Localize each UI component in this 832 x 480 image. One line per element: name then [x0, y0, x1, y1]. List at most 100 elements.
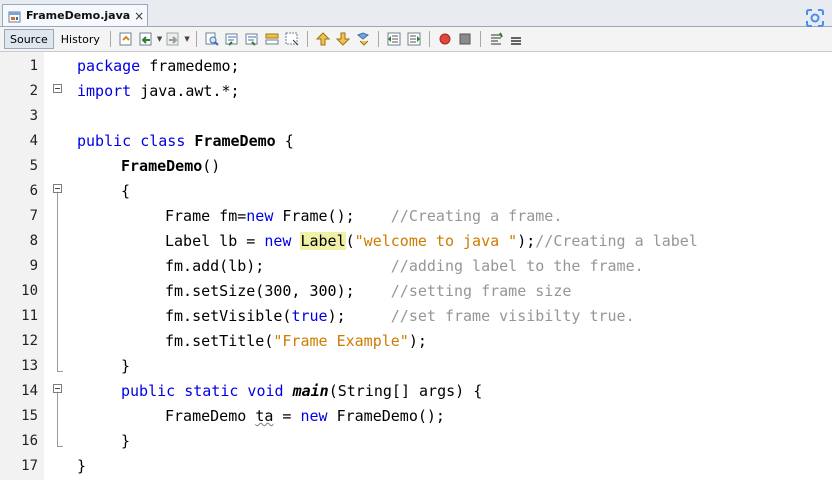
line-number: 4 [29, 133, 38, 149]
code-comment: //Creating a frame. [390, 207, 563, 225]
close-icon[interactable]: × [134, 10, 144, 22]
constructor-name: FrameDemo [121, 157, 203, 175]
comment-icon[interactable] [487, 30, 505, 48]
code-token: fm.setTitle( [165, 332, 274, 350]
code-text: fm.setVisible(true); //set frame visibil… [165, 304, 635, 329]
code-token: fm.add(lb); [165, 257, 391, 275]
code-token: Label lb = [165, 232, 265, 250]
code-line: 15 FrameDemo ta = new FrameDemo(); [0, 404, 832, 429]
code-text: Frame fm=new Frame(); //Creating a frame… [165, 204, 562, 229]
shift-left-icon[interactable] [385, 30, 403, 48]
code-token: FrameDemo(); [327, 407, 445, 425]
tab-title: FrameDemo.java [26, 9, 131, 22]
keyword: new [264, 232, 292, 250]
code-token: fm.setVisible( [165, 307, 292, 325]
code-line: 1 package framedemo; [0, 54, 832, 79]
code-token: ); [327, 307, 391, 325]
class-name: FrameDemo [194, 132, 276, 150]
history-view-button[interactable]: History [56, 29, 105, 49]
back-icon[interactable] [137, 30, 155, 48]
line-number: 17 [21, 458, 38, 474]
code-line: 13 } [0, 354, 832, 379]
code-text: import java.awt.*; [77, 79, 240, 104]
find-icon[interactable] [203, 30, 221, 48]
line-number: 13 [21, 358, 38, 374]
code-token: ( [345, 232, 355, 250]
code-token: (String[] args) { [328, 382, 483, 400]
code-token: ); [408, 332, 427, 350]
code-line: 14 public static void main(String[] args… [0, 379, 832, 404]
code-token: fm.setSize(300, 300); [165, 282, 391, 300]
line-number: 8 [29, 233, 38, 249]
code-text: public static void main(String[] args) { [121, 379, 482, 404]
source-view-button[interactable]: Source [4, 29, 54, 49]
find-previous-icon[interactable] [223, 30, 241, 48]
code-token: { [121, 182, 131, 200]
editor-tab-bar: FrameDemo.java × [0, 0, 832, 27]
previous-bookmark-icon[interactable] [314, 30, 332, 48]
code-text: fm.setSize(300, 300); //setting frame si… [165, 279, 571, 304]
toggle-highlight-icon[interactable] [263, 30, 281, 48]
line-number: 15 [21, 408, 38, 424]
code-line: 3 [0, 104, 832, 129]
toggle-rect-select-icon[interactable] [283, 30, 301, 48]
last-edit-icon[interactable] [117, 30, 135, 48]
code-comment: //setting frame size [390, 282, 572, 300]
toolbar-separator [109, 31, 111, 47]
start-macro-icon[interactable] [436, 30, 454, 48]
code-text: public class FrameDemo { [77, 129, 294, 154]
code-line: 7 Frame fm=new Frame(); //Creating a fra… [0, 204, 832, 229]
code-line: 6 { [0, 179, 832, 204]
code-comment: //Creating a label [535, 232, 698, 250]
toolbar-separator [195, 31, 197, 47]
code-line: 4 public class FrameDemo { [0, 129, 832, 154]
line-number: 14 [21, 383, 38, 399]
code-text: { [121, 179, 130, 204]
toolbar-separator [377, 31, 379, 47]
code-line: 17 } [0, 454, 832, 479]
uncomment-icon[interactable] [507, 30, 525, 48]
code-text: fm.add(lb); //adding label to the frame. [165, 254, 644, 279]
code-token: } [77, 457, 87, 475]
code-text: Label lb = new Label("welcome to java ")… [165, 229, 698, 254]
code-token: } [121, 357, 131, 375]
keyword: new [246, 207, 274, 225]
code-text: package framedemo; [77, 54, 240, 79]
code-line: 11 fm.setVisible(true); //set frame visi… [0, 304, 832, 329]
keyword: true [291, 307, 328, 325]
unused-variable-token: ta [255, 407, 274, 425]
java-file-icon [8, 9, 22, 23]
keyword: new [300, 407, 328, 425]
editor-toolbar: Source History ▼ ▼ [0, 27, 832, 52]
line-number: 11 [21, 308, 38, 324]
lens-icon[interactable] [804, 7, 826, 29]
line-number: 1 [29, 58, 38, 74]
toolbar-separator [306, 31, 308, 47]
toggle-bookmark-icon[interactable] [354, 30, 372, 48]
string-literal: "Frame Example" [273, 332, 409, 350]
code-token: framedemo; [140, 57, 240, 75]
code-text: } [121, 354, 130, 379]
shift-right-icon[interactable] [405, 30, 423, 48]
code-token: ); [517, 232, 536, 250]
line-number: 9 [29, 258, 38, 274]
chevron-down-icon[interactable]: ▼ [184, 35, 189, 43]
next-bookmark-icon[interactable] [334, 30, 352, 48]
code-text: FrameDemo() [121, 154, 220, 179]
code-line: 12 fm.setTitle("Frame Example"); [0, 329, 832, 354]
code-line: 10 fm.setSize(300, 300); //setting frame… [0, 279, 832, 304]
tab-framedemo-java[interactable]: FrameDemo.java × [2, 4, 148, 26]
chevron-down-icon[interactable]: ▼ [157, 35, 162, 43]
code-line: 5 FrameDemo() [0, 154, 832, 179]
code-line: 9 fm.add(lb); //adding label to the fram… [0, 254, 832, 279]
stop-macro-icon[interactable] [456, 30, 474, 48]
forward-icon[interactable] [164, 30, 182, 48]
find-next-icon[interactable] [243, 30, 261, 48]
line-number: 2 [29, 83, 38, 99]
code-text: fm.setTitle("Frame Example"); [165, 329, 427, 354]
line-number: 12 [21, 333, 38, 349]
line-number: 16 [21, 433, 38, 449]
code-text: } [77, 454, 86, 479]
code-token: FrameDemo [165, 407, 256, 425]
code-comment: //adding label to the frame. [390, 257, 644, 275]
